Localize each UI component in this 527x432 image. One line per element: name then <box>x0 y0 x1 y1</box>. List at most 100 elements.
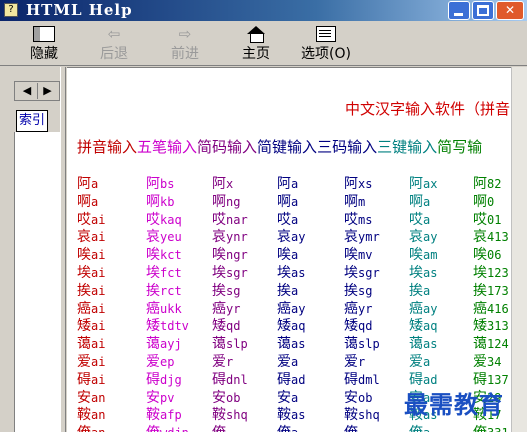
hanzi: 啊 <box>473 193 487 210</box>
hanzi: 矮 <box>473 318 487 335</box>
help-app-icon: ? <box>4 3 18 17</box>
hanzi: 埃 <box>344 265 358 281</box>
input-code: a <box>91 194 99 209</box>
input-code: r <box>358 355 366 369</box>
hanzi: 哀 <box>409 229 423 246</box>
input-code: ms <box>358 212 373 227</box>
tab-index[interactable]: 索引 <box>16 110 48 132</box>
hanzi: 埃 <box>146 265 160 281</box>
hanzi: 唉 <box>473 247 487 264</box>
home-button[interactable]: 主页 <box>238 25 274 63</box>
hanzi: 爱 <box>277 354 291 370</box>
forward-button[interactable]: ⇨ 前进 <box>165 25 205 63</box>
options-label: 选项(O) <box>301 46 351 62</box>
hanzi: 埃 <box>212 265 226 281</box>
input-code: mv <box>358 248 373 263</box>
input-code: sgr <box>358 266 380 280</box>
hide-button[interactable]: 隐藏 <box>24 25 64 63</box>
hanzi: 蔼 <box>277 336 291 353</box>
hanzi: 爱 <box>344 354 358 370</box>
minimize-button[interactable] <box>448 1 470 20</box>
options-button[interactable]: 选项(O) <box>296 25 356 63</box>
input-code: 34 <box>487 355 502 369</box>
input-code: a <box>91 177 99 191</box>
toolbar: 隐藏 ⇦ 后退 ⇨ 前进 主页 选项(O) <box>0 21 527 66</box>
hanzi: 哎 <box>277 211 291 228</box>
hanzi: 癌 <box>277 300 291 317</box>
hanzi: 唉 <box>409 247 423 264</box>
input-code: wdjn <box>160 426 189 432</box>
maximize-button[interactable] <box>472 1 494 20</box>
input-code: kaq <box>160 212 182 227</box>
hanzi: 哎 <box>473 211 487 228</box>
hanzi: 唉 <box>344 247 358 264</box>
input-code: shq <box>226 408 248 423</box>
input-code: tdtv <box>160 319 189 334</box>
input-code: ob <box>226 390 241 405</box>
hanzi: 碍 <box>212 371 226 388</box>
input-code: 331 <box>487 426 509 432</box>
input-code: slp <box>358 337 380 352</box>
input-code: xs <box>358 177 373 191</box>
input-code: ai <box>91 266 106 280</box>
hanzi: 埃 <box>277 265 291 281</box>
input-method-link[interactable]: 三键输入 <box>377 138 437 156</box>
hanzi: 碍 <box>344 371 358 388</box>
back-button[interactable]: ⇦ 后退 <box>95 25 133 63</box>
input-code: 413 <box>487 230 509 245</box>
pane-splitter[interactable] <box>60 67 66 432</box>
vertical-scrollbar[interactable] <box>511 67 527 432</box>
hanzi: 阿 <box>77 176 91 192</box>
input-code: kb <box>160 194 175 209</box>
hanzi: 啊 <box>77 193 91 210</box>
hanzi: 埃 <box>77 265 91 281</box>
home-label: 主页 <box>242 46 270 62</box>
input-code: r <box>226 355 234 369</box>
input-code: ep <box>160 355 175 369</box>
hanzi: 碍 <box>277 371 291 388</box>
hanzi: 阿 <box>277 176 291 192</box>
input-code: ai <box>91 337 106 352</box>
hanzi: 啊 <box>212 193 226 210</box>
input-code: as <box>291 408 306 423</box>
navigation-pane-body <box>14 132 60 432</box>
input-code: ay <box>423 301 438 316</box>
hanzi: 挨 <box>473 282 487 299</box>
input-method-link[interactable]: 简码输入 <box>197 138 257 156</box>
hanzi: 矮 <box>344 318 358 335</box>
hanzi: 埃 <box>473 265 487 281</box>
input-code: dnl <box>226 372 248 387</box>
hanzi: 阿 <box>212 176 226 192</box>
hanzi: 唉 <box>77 247 91 264</box>
hanzi: 挨 <box>277 282 291 299</box>
input-code: ... <box>226 426 248 432</box>
input-code: ayj <box>160 337 182 352</box>
input-code: x <box>226 177 234 191</box>
input-code: slp <box>226 337 248 352</box>
input-code: ay <box>423 230 438 245</box>
input-code: ai <box>91 248 106 263</box>
input-code: ai <box>91 283 106 298</box>
input-code: rct <box>160 283 182 298</box>
input-code: ob <box>358 390 373 405</box>
input-method-link[interactable]: 简写输 <box>437 138 482 156</box>
hanzi: 碍 <box>146 371 160 388</box>
scroll-right-icon[interactable]: ▶ <box>37 83 57 99</box>
input-code: ay <box>291 230 306 245</box>
table-cell: 俺a <box>409 422 430 432</box>
hanzi: 蔼 <box>409 336 423 353</box>
input-method-link[interactable]: 拼音输入 <box>77 138 137 156</box>
input-code: 0 <box>487 194 495 209</box>
input-code: 82 <box>487 177 502 191</box>
input-code: fct <box>160 266 182 280</box>
hanzi: 哎 <box>212 211 226 228</box>
close-button[interactable]: ✕ <box>496 1 524 20</box>
input-method-link[interactable]: 三码输入 <box>317 138 377 156</box>
hanzi: 癌 <box>77 300 91 317</box>
scroll-left-icon[interactable]: ◀ <box>17 83 37 99</box>
hanzi: 俺 <box>212 425 226 432</box>
hanzi: 哀 <box>77 229 91 246</box>
input-method-link[interactable]: 简键输入 <box>257 138 317 156</box>
input-method-link[interactable]: 五笔输入 <box>137 138 197 156</box>
hanzi: 俺 <box>77 425 91 432</box>
